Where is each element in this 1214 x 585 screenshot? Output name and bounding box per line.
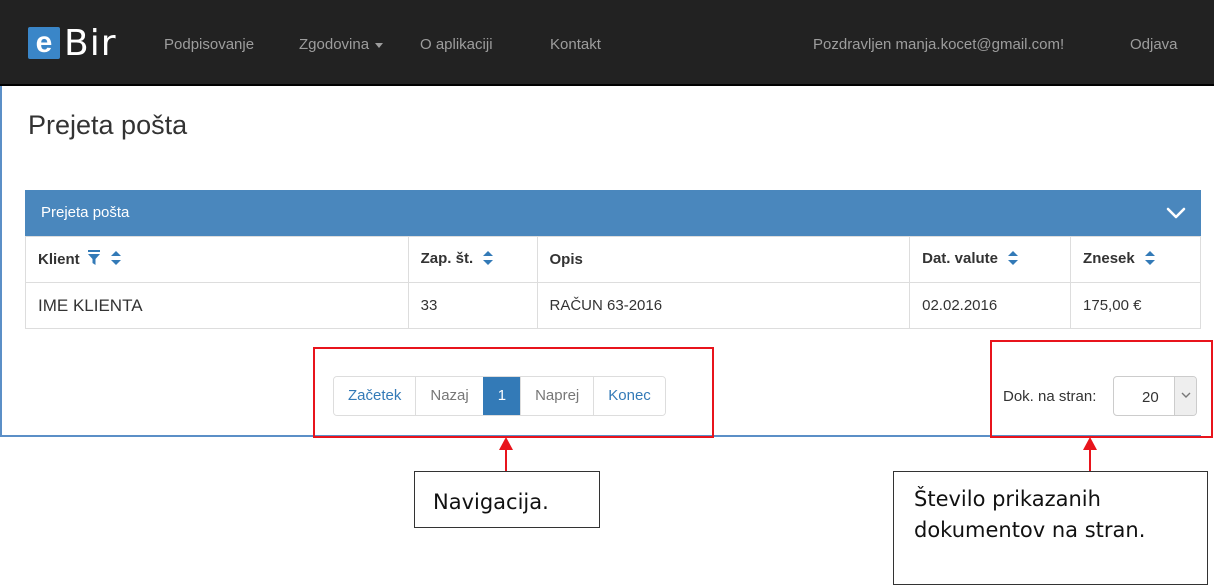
sort-icon[interactable] — [111, 250, 122, 269]
column-header-label: Klient — [38, 250, 80, 268]
page-title: Prejeta pošta — [28, 110, 188, 140]
brand-logo[interactable]: e Bir — [28, 22, 117, 64]
inbox-panel: Prejeta pošta Klient Zap. št. Opis Dat. … — [25, 190, 1201, 330]
cell-znesek: 175,00 € — [1070, 282, 1201, 329]
sort-icon[interactable] — [483, 250, 494, 269]
logout-link[interactable]: Odjava — [1130, 36, 1178, 53]
nav-o-aplikaciji[interactable]: O aplikaciji — [420, 36, 493, 53]
sort-icon[interactable] — [1008, 250, 1019, 269]
table-row[interactable]: IME KLIENTA 33 RAČUN 63-2016 02.02.2016 … — [25, 282, 1201, 329]
column-header-dat-valute[interactable]: Dat. valute — [909, 236, 1072, 283]
sort-icon[interactable] — [1144, 250, 1155, 269]
cell-opis: RAČUN 63-2016 — [536, 282, 911, 329]
annotation-callout-navigation: Navigacija. — [414, 471, 600, 528]
filter-icon[interactable] — [87, 249, 101, 270]
column-header-label: Znesek — [1083, 250, 1135, 268]
nav-zgodovina-dropdown[interactable]: Zgodovina — [299, 36, 384, 53]
column-header-klient[interactable]: Klient — [25, 236, 409, 283]
chevron-down-icon[interactable] — [1165, 202, 1187, 224]
column-header-label: Opis — [549, 251, 583, 268]
annotation-page-size-text-line1: Število prikazanih — [914, 487, 1101, 511]
annotation-highlight-navigation — [313, 347, 714, 438]
annotation-arrow-line — [1089, 448, 1091, 472]
column-header-label: Dat. valute — [922, 250, 998, 268]
cell-zap-st: 33 — [407, 282, 538, 329]
annotation-arrow-line — [505, 448, 507, 472]
annotation-callout-page-size: Število prikazanih dokumentov na stran. — [893, 471, 1208, 585]
panel-heading: Prejeta pošta — [25, 190, 1201, 236]
inbox-table: Klient Zap. št. Opis Dat. valute Znesek … — [25, 236, 1201, 329]
column-header-label: Zap. št. — [420, 250, 474, 268]
top-navbar: e Bir Podpisovanje Zgodovina O aplikacij… — [0, 0, 1214, 86]
table-header-row: Klient Zap. št. Opis Dat. valute Znesek — [25, 236, 1201, 283]
column-header-znesek[interactable]: Znesek — [1070, 236, 1201, 283]
brand-logo-e: e — [28, 27, 60, 59]
nav-greeting: Pozdravljen manja.kocet@gmail.com! — [813, 36, 1065, 53]
column-header-opis: Opis — [536, 236, 911, 283]
cell-klient: IME KLIENTA — [25, 282, 409, 329]
content-frame-left — [0, 86, 2, 437]
brand-logo-text: Bir — [64, 22, 117, 64]
annotation-highlight-page-size — [990, 340, 1213, 438]
column-header-zap-st[interactable]: Zap. št. — [407, 236, 538, 283]
cell-dat-valute: 02.02.2016 — [909, 282, 1072, 329]
annotation-navigation-text: Navigacija. — [433, 490, 549, 514]
nav-zgodovina-label: Zgodovina — [299, 36, 370, 53]
caret-down-icon — [375, 42, 384, 48]
panel-title: Prejeta pošta — [41, 204, 130, 221]
nav-podpisovanje[interactable]: Podpisovanje — [164, 36, 254, 53]
nav-kontakt[interactable]: Kontakt — [550, 36, 601, 53]
annotation-page-size-text-line2: dokumentov na stran. — [914, 518, 1146, 542]
